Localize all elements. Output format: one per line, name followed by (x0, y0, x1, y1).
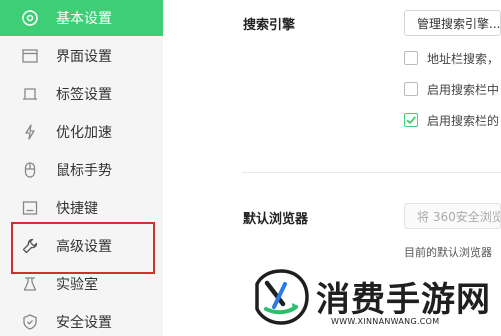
sidebar-item-tab-settings[interactable]: 标签设置 (0, 76, 163, 112)
search-bar-suggest-checkbox[interactable] (404, 113, 418, 127)
search-option-label: 地址栏搜索， (427, 51, 500, 66)
tab-icon (20, 84, 40, 104)
lightning-icon (20, 122, 40, 142)
wrench-icon (20, 236, 40, 256)
sidebar-item-label: 界面设置 (56, 49, 112, 65)
watermark-title: 消费手游网 (316, 280, 491, 320)
window-icon (20, 46, 40, 66)
sidebar-item-lab[interactable]: 实验室 (0, 266, 163, 302)
settings-sidebar: 基本设置 界面设置 标签设置 优化加速 鼠标手势 快捷键 高级设置 实验室 安全… (0, 0, 163, 336)
keyboard-icon (20, 198, 40, 218)
sidebar-item-label: 优化加速 (56, 125, 112, 141)
sidebar-item-security-settings[interactable]: 安全设置 (0, 304, 163, 336)
section-divider (242, 172, 501, 173)
set-default-browser-button[interactable]: 将 360安全浏览 (404, 203, 501, 229)
sidebar-item-optimize[interactable]: 优化加速 (0, 114, 163, 150)
sidebar-item-label: 快捷键 (56, 201, 98, 217)
default-browser-label: 默认浏览器 (243, 212, 309, 227)
search-option-label: 启用搜索栏中 (427, 82, 500, 97)
search-option-label: 启用搜索栏的 (427, 113, 500, 128)
settings-gear-icon (20, 8, 40, 28)
sidebar-item-advanced-settings[interactable]: 高级设置 (0, 228, 163, 264)
default-browser-note: 目前的默认浏览器 (404, 246, 492, 259)
sidebar-item-label: 安全设置 (56, 315, 112, 331)
sidebar-item-basic-settings[interactable]: 基本设置 (0, 0, 163, 36)
sidebar-item-label: 鼠标手势 (56, 163, 112, 179)
sidebar-item-mouse-gestures[interactable]: 鼠标手势 (0, 152, 163, 188)
address-bar-search-checkbox[interactable] (404, 51, 418, 65)
sidebar-item-shortcuts[interactable]: 快捷键 (0, 190, 163, 226)
search-option-search-bar-suggest[interactable]: 启用搜索栏的 (404, 111, 499, 129)
mouse-icon (20, 160, 40, 180)
manage-search-engines-button[interactable]: 管理搜索引擎... (404, 10, 501, 36)
search-bar-checkbox[interactable] (404, 82, 418, 96)
sidebar-item-label: 高级设置 (56, 239, 112, 255)
search-option-address-bar[interactable]: 地址栏搜索， (404, 49, 499, 67)
watermark-url: WWW.XINNANWANG.COM (331, 317, 440, 326)
sidebar-item-label: 基本设置 (56, 11, 112, 27)
sidebar-item-label: 实验室 (56, 277, 98, 293)
shield-icon (20, 312, 40, 332)
sidebar-item-label: 标签设置 (56, 87, 112, 103)
flask-icon (20, 274, 40, 294)
watermark-logo-icon (252, 268, 310, 326)
sidebar-item-interface-settings[interactable]: 界面设置 (0, 38, 163, 74)
search-option-search-bar[interactable]: 启用搜索栏中 (404, 80, 499, 98)
checkmark-icon (406, 116, 416, 125)
search-engine-label: 搜索引擎 (243, 18, 296, 33)
